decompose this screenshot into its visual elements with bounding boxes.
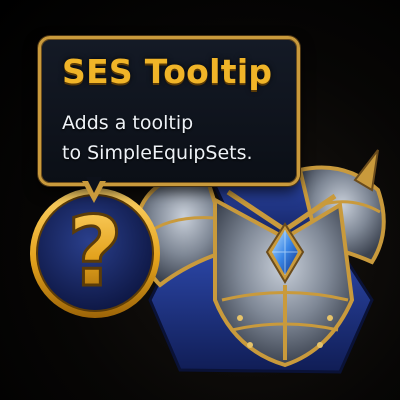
svg-text:?: ? [67, 196, 123, 308]
tooltip-tail [82, 177, 106, 203]
tooltip-description-line: Adds a tooltip [62, 112, 194, 134]
tooltip-title: SES Tooltip [62, 52, 273, 91]
question-mark-icon: ? [30, 188, 160, 318]
addon-promo-art: ? SES Tooltip Adds a tooltip to SimpleEq… [0, 0, 400, 400]
tooltip-description-line: to SimpleEquipSets. [62, 142, 253, 164]
tooltip-description: Adds a tooltip to SimpleEquipSets. [62, 108, 253, 168]
